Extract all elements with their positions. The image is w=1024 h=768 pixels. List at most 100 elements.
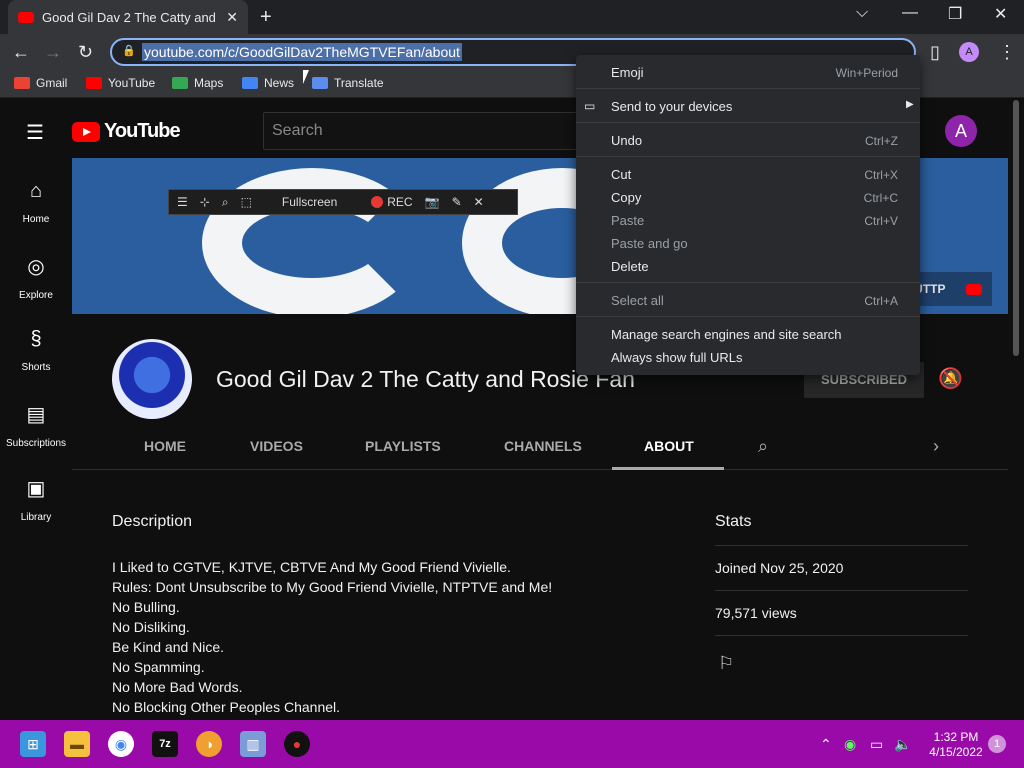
menu-kebab-icon[interactable]: ⋮ [998,42,1016,63]
logo-text: YouTube [104,120,181,142]
menu-item-always-show-full-urls[interactable]: Always show full URLs [611,350,743,365]
bookmark-maps[interactable]: Maps [172,76,223,90]
bookmark-youtube[interactable]: YouTube [86,76,155,90]
menu-item-delete[interactable]: Delete [611,259,649,274]
region-select-icon[interactable]: ⌕ [222,195,229,210]
search-placeholder: Search [272,122,323,139]
shorts-icon: § [30,328,42,350]
clock-time[interactable]: 1:32 PM [926,730,986,744]
submenu-arrow-icon: ▶ [906,99,914,110]
menu-separator [576,122,920,123]
collapse-icon[interactable]: ⊹ [200,195,210,209]
tab-channels[interactable]: CHANNELS [504,438,582,454]
scrollbar-thumb[interactable] [1013,100,1019,356]
minimize-icon[interactable]: — [902,4,918,22]
menu-item-undo[interactable]: Undo [611,133,642,148]
sidebar-item-label: Home [22,214,50,225]
news-icon [242,77,258,89]
lock-icon: 🔒 [122,45,136,57]
obs-icon[interactable]: ● [284,731,310,757]
start-icon[interactable]: ⊞ [20,731,46,757]
sidebar-item-explore[interactable]: ◎ Explore [0,254,72,303]
profile-avatar[interactable]: A [959,42,979,62]
menu-item-select-all[interactable]: Select all [611,293,664,308]
stats-divider [715,545,968,546]
url-text[interactable]: youtube.com/c/GoodGilDav2TheMGTVEFan/abo… [142,43,462,61]
fullscreen-button[interactable]: Fullscreen [282,195,337,209]
menu-item-cut[interactable]: Cut [611,167,631,182]
sidebar-item-shorts[interactable]: § Shorts [0,328,72,375]
tab-search-icon[interactable]: ⌵ [856,4,868,22]
close-window-icon[interactable]: ✕ [994,4,1007,24]
menu-item-send-to-devices[interactable]: Send to your devices [611,99,732,114]
show-hidden-icons-chevron-icon[interactable]: ⌃ [820,736,832,753]
close-icon[interactable]: ✕ [474,195,484,209]
menu-item-paste-and-go[interactable]: Paste and go [611,236,688,251]
gmail-icon [14,77,30,89]
bookmark-gmail[interactable]: Gmail [14,76,67,90]
bookmark-translate[interactable]: Translate [312,76,384,90]
recording-status-icon[interactable]: ◉ [844,736,856,753]
description-line: I Liked to CGTVE, KJTVE, CBTVE And My Go… [112,559,511,575]
notification-bell-off-icon[interactable]: 🔕 [938,366,963,391]
shortcut-undo: Ctrl+Z [865,134,898,148]
shortcut-emoji: Win+Period [835,66,898,80]
tab-close-icon[interactable]: ✕ [226,9,238,26]
subscriptions-icon: ▤ [26,404,46,426]
channel-avatar[interactable] [112,339,192,419]
pencil-icon[interactable]: ✎ [452,195,462,209]
notification-badge[interactable]: 1 [988,735,1006,753]
stats-divider [715,590,968,591]
bookmark-news[interactable]: News [242,76,294,90]
chevron-right-icon[interactable]: › [933,436,939,457]
user-avatar[interactable]: A [945,115,977,147]
menu-item-paste[interactable]: Paste [611,213,644,228]
sidebar-item-library[interactable]: ▣ Library [0,476,72,525]
menu-item-emoji[interactable]: Emoji [611,65,644,80]
archive-icon[interactable]: ▥ [240,731,266,757]
chrome-icon[interactable]: ◉ [108,731,134,757]
maps-icon [172,77,188,89]
browser-tab[interactable]: Good Gil Dav 2 The Catty and Ro ✕ [8,0,248,34]
clock-date[interactable]: 4/15/2022 [926,745,986,759]
page-scrollbar[interactable] [1012,100,1020,360]
sidebar-item-home[interactable]: ⌂ Home [0,180,72,227]
devices-icon: ▭ [584,99,596,113]
screen-recorder-bar: ☰ ⊹ ⌕ ⬚ Fullscreen REC 📷 ✎ ✕ [168,189,518,215]
menu-separator [576,156,920,157]
reload-icon[interactable]: ↻ [78,42,93,63]
side-panel-icon[interactable]: ▯ [930,42,940,63]
sidebar-item-subscriptions[interactable]: ▤ Subscriptions [0,402,72,451]
menu-item-copy[interactable]: Copy [611,190,641,205]
camera-icon[interactable]: 📷 [425,195,440,209]
forward-icon[interactable]: → [44,42,62,63]
back-icon[interactable]: ← [12,42,30,63]
hamburger-menu-icon[interactable]: ☰ [26,120,44,145]
description-line: No Blocking Other Peoples Channel. [112,699,341,715]
tab-playlists[interactable]: PLAYLISTS [365,438,441,454]
record-button[interactable]: REC [371,195,413,209]
search-input[interactable]: Search [263,112,583,150]
channel-search-icon[interactable]: ⌕ [758,436,768,457]
media-player-icon[interactable]: ◑ [196,731,222,757]
report-flag-icon[interactable]: ⚐ [718,653,734,674]
crop-icon[interactable]: ⬚ [241,195,252,209]
tab-home[interactable]: HOME [144,438,186,454]
bookmark-label: News [264,76,295,90]
file-explorer-icon[interactable]: ▬ [64,731,90,757]
menu-item-manage-search-engines[interactable]: Manage search engines and site search [611,327,842,342]
tab-videos[interactable]: VIDEOS [250,438,303,454]
network-icon[interactable]: ▭ [870,736,883,753]
new-tab-icon[interactable]: + [260,6,272,29]
volume-icon[interactable]: 🔈 [894,736,911,753]
youtube-logo[interactable]: YouTube [72,120,181,143]
maximize-icon[interactable]: ❐ [948,4,962,24]
sidebar-item-label: Explore [19,290,53,301]
menu-icon[interactable]: ☰ [177,195,188,209]
description-line: No More Bad Words. [112,679,243,695]
stats-heading: Stats [715,513,752,530]
record-label: REC [387,195,413,209]
shortcut-cut: Ctrl+X [864,168,898,182]
tab-about[interactable]: ABOUT [644,438,694,454]
7zip-icon[interactable]: 7z [152,731,178,757]
